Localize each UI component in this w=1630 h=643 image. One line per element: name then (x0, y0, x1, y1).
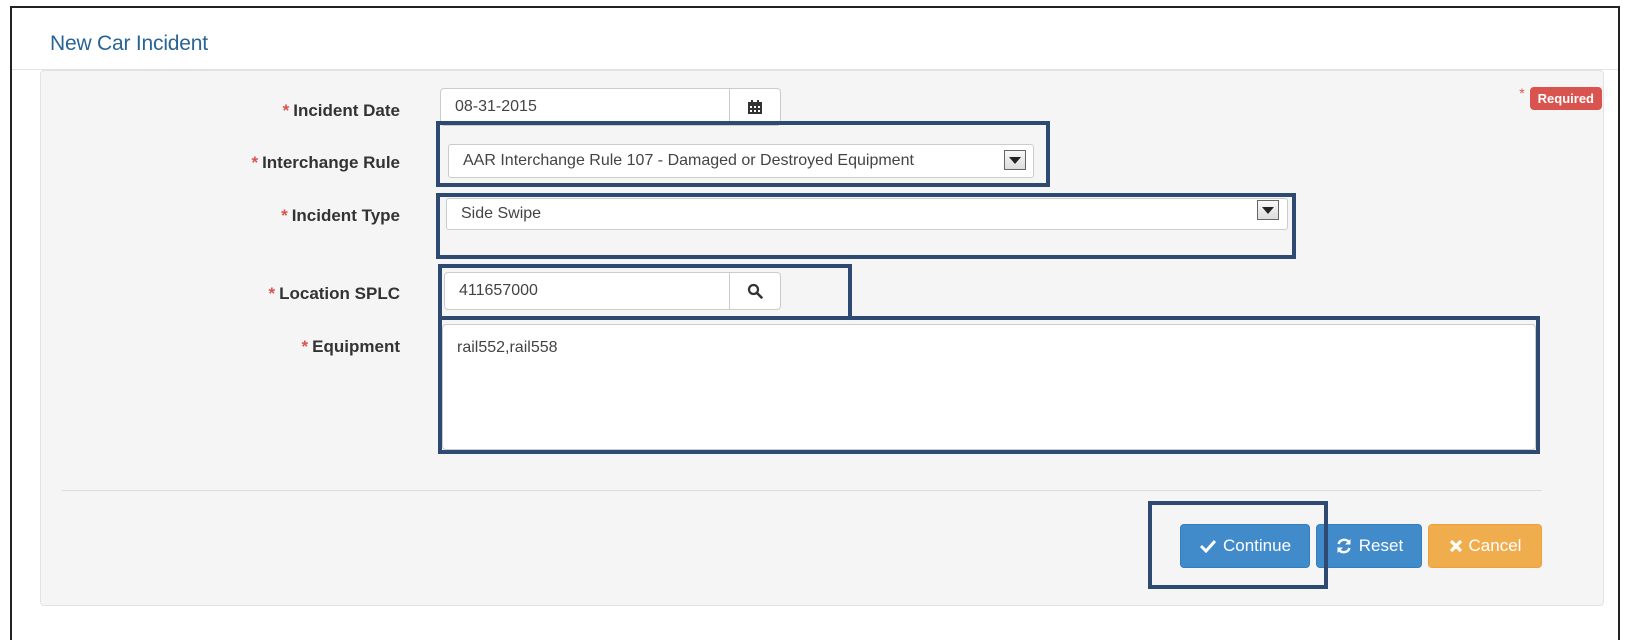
equipment-label: * Equipment (301, 337, 400, 356)
incident-type-dropdown-button[interactable] (1257, 200, 1279, 220)
incident-date-input[interactable]: 08-31-2015 (440, 88, 730, 126)
calendar-icon (748, 100, 762, 114)
incident-date-label: * Incident Date (282, 101, 400, 120)
panel-heading: New Car Incident (12, 8, 1618, 70)
chevron-down-icon (1009, 156, 1021, 164)
required-badge: Required (1529, 87, 1602, 110)
location-splc-label: * Location SPLC (268, 284, 400, 303)
required-marker: * (268, 284, 276, 303)
incident-type-label: * Incident Type (281, 206, 400, 225)
refresh-icon (1337, 538, 1351, 554)
required-marker: * (282, 101, 290, 120)
calendar-button[interactable] (729, 88, 781, 126)
search-icon (747, 283, 763, 299)
reset-button[interactable]: Reset (1316, 524, 1422, 568)
incident-type-select[interactable]: Side Swipe (446, 198, 1288, 230)
required-marker: * (251, 153, 259, 172)
required-star: * (1519, 85, 1525, 101)
required-marker: * (281, 206, 288, 225)
close-icon (1449, 539, 1462, 553)
chevron-down-icon (1262, 206, 1274, 214)
location-search-button[interactable] (729, 272, 781, 310)
required-legend: * Required (1519, 85, 1602, 110)
page-title: New Car Incident (50, 32, 208, 55)
required-marker: * (301, 337, 309, 356)
checkmark-icon (1199, 539, 1217, 553)
interchange-rule-label: * Interchange Rule (251, 153, 400, 172)
form-divider (62, 490, 1542, 491)
location-splc-input[interactable]: 411657000 (444, 272, 730, 310)
cancel-button[interactable]: Cancel (1428, 524, 1542, 568)
equipment-textarea[interactable]: rail552,rail558 (442, 324, 1536, 450)
interchange-rule-select[interactable]: AAR Interchange Rule 107 - Damaged or De… (448, 144, 1034, 178)
interchange-rule-dropdown-button[interactable] (1004, 150, 1026, 170)
continue-button[interactable]: Continue (1180, 524, 1310, 568)
